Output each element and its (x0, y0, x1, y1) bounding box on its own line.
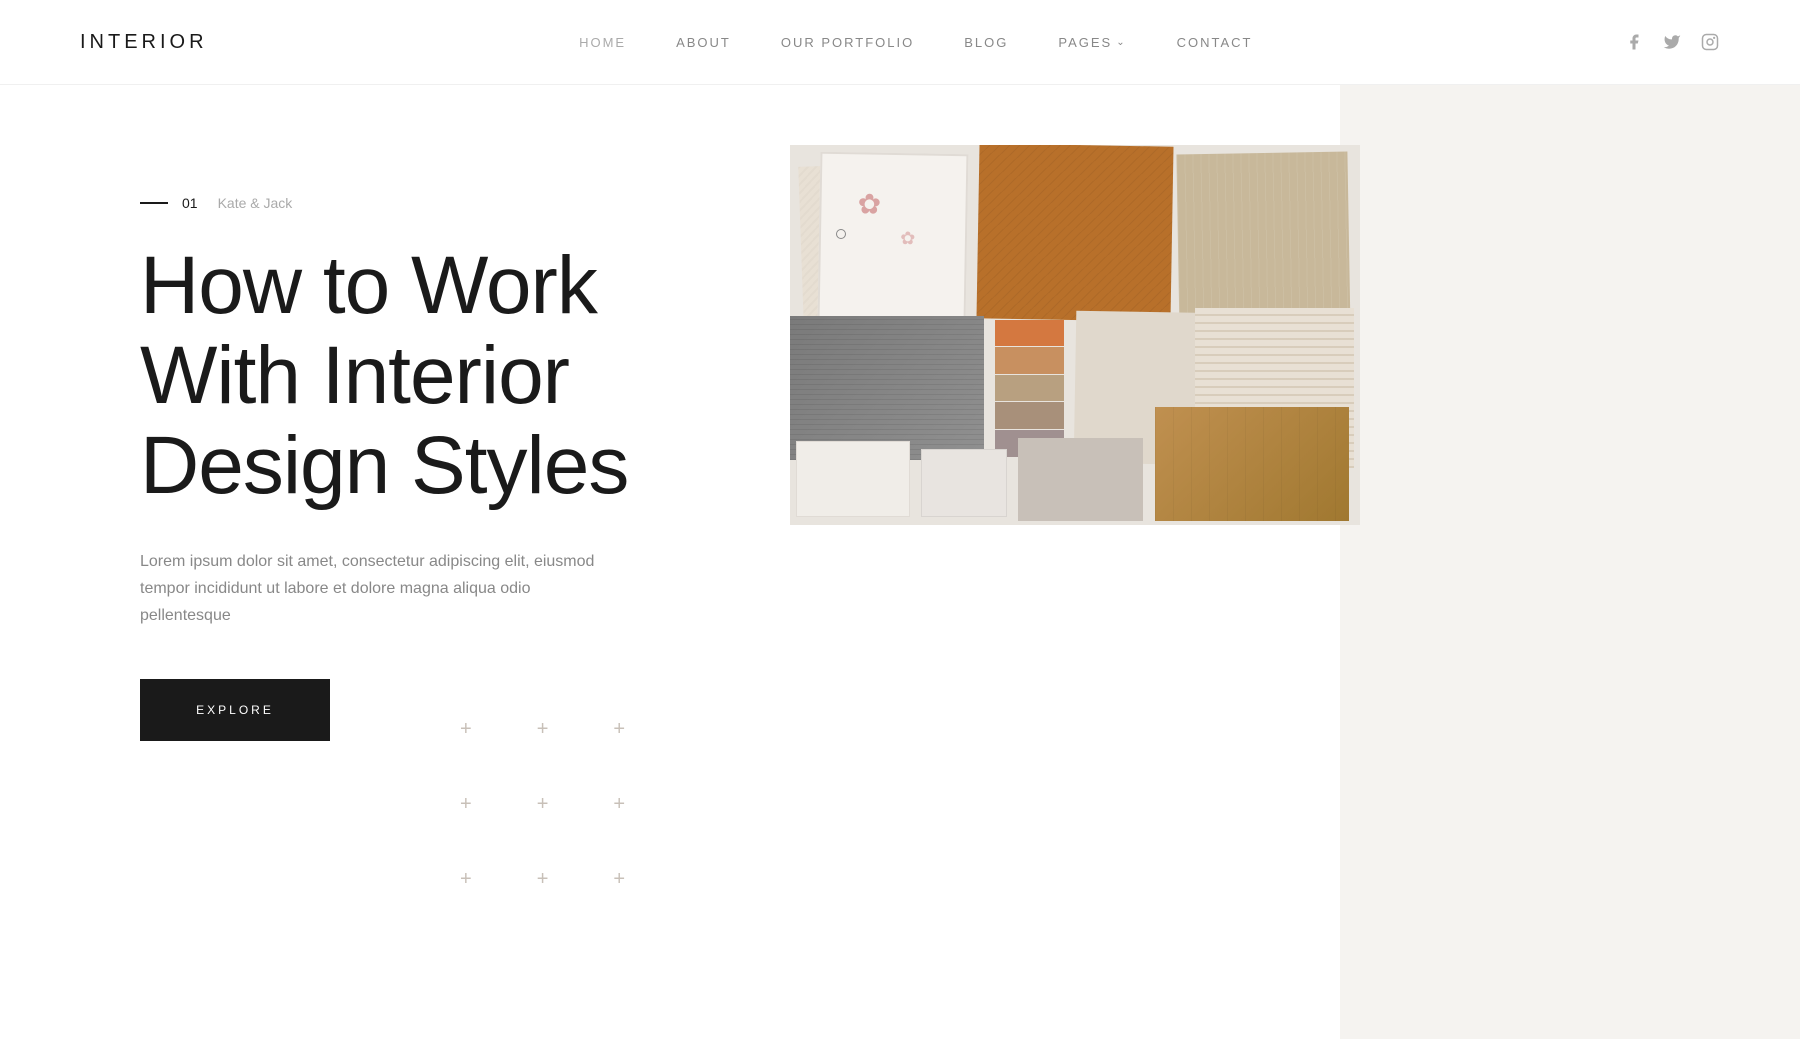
hero-heading: How to Work With Interior Design Styles (140, 241, 660, 512)
swatch-wood (1155, 407, 1349, 521)
nav-item-portfolio[interactable]: OUR PORTFOLIO (781, 35, 914, 50)
plus-icon: + (537, 719, 549, 739)
color-chip-stack (995, 320, 1063, 457)
slide-number: 01 (140, 195, 198, 211)
swatch-button-detail (836, 229, 846, 239)
hero-image-area (740, 85, 1340, 1039)
sample-box-2 (921, 449, 1007, 517)
twitter-icon[interactable] (1662, 32, 1682, 52)
nav-item-home[interactable]: HOME (579, 35, 626, 50)
plus-icon: + (613, 719, 625, 739)
plus-icon: + (537, 794, 549, 814)
swatch-marble (1018, 438, 1143, 522)
plus-icon: + (460, 719, 472, 739)
decorative-plus-pattern: + + + + + + + + + (460, 719, 700, 919)
right-panel (1340, 85, 1800, 1039)
nav-item-contact[interactable]: CONTACT (1177, 35, 1253, 50)
main-nav: HOME ABOUT OUR PORTFOLIO BLOG PAGES ⌄ CO… (579, 35, 1252, 50)
plus-icon: + (460, 794, 472, 814)
social-icons-group (1624, 32, 1720, 52)
flatlay-collage (790, 145, 1360, 525)
plus-icon: + (613, 794, 625, 814)
slide-meta: 01 Kate & Jack (140, 195, 660, 211)
chip-1 (995, 320, 1063, 347)
swatch-orange-knit (977, 145, 1174, 321)
slide-author: Kate & Jack (218, 195, 293, 211)
site-logo[interactable]: INTERIOR (80, 31, 208, 54)
swatch-grey-tile (790, 316, 984, 460)
explore-button[interactable]: EXPLORE (140, 679, 330, 741)
sample-box-1 (796, 441, 910, 517)
main-content: 01 Kate & Jack How to Work With Interior… (0, 85, 1800, 1039)
plus-icon: + (613, 869, 625, 889)
facebook-icon[interactable] (1624, 32, 1644, 52)
hero-image (790, 145, 1360, 525)
instagram-icon[interactable] (1700, 32, 1720, 52)
chip-3 (995, 375, 1063, 402)
chip-2 (995, 347, 1063, 374)
nav-item-about[interactable]: ABOUT (676, 35, 731, 50)
hero-description: Lorem ipsum dolor sit amet, consectetur … (140, 548, 620, 630)
nav-item-blog[interactable]: BLOG (964, 35, 1008, 50)
site-header: INTERIOR HOME ABOUT OUR PORTFOLIO BLOG P… (0, 0, 1800, 85)
chevron-down-icon: ⌄ (1116, 37, 1126, 48)
hero-content-left: 01 Kate & Jack How to Work With Interior… (0, 85, 740, 1039)
plus-icon: + (537, 869, 549, 889)
nav-item-pages[interactable]: PAGES ⌄ (1058, 35, 1126, 50)
chip-4 (995, 402, 1063, 429)
plus-icon: + (460, 869, 472, 889)
